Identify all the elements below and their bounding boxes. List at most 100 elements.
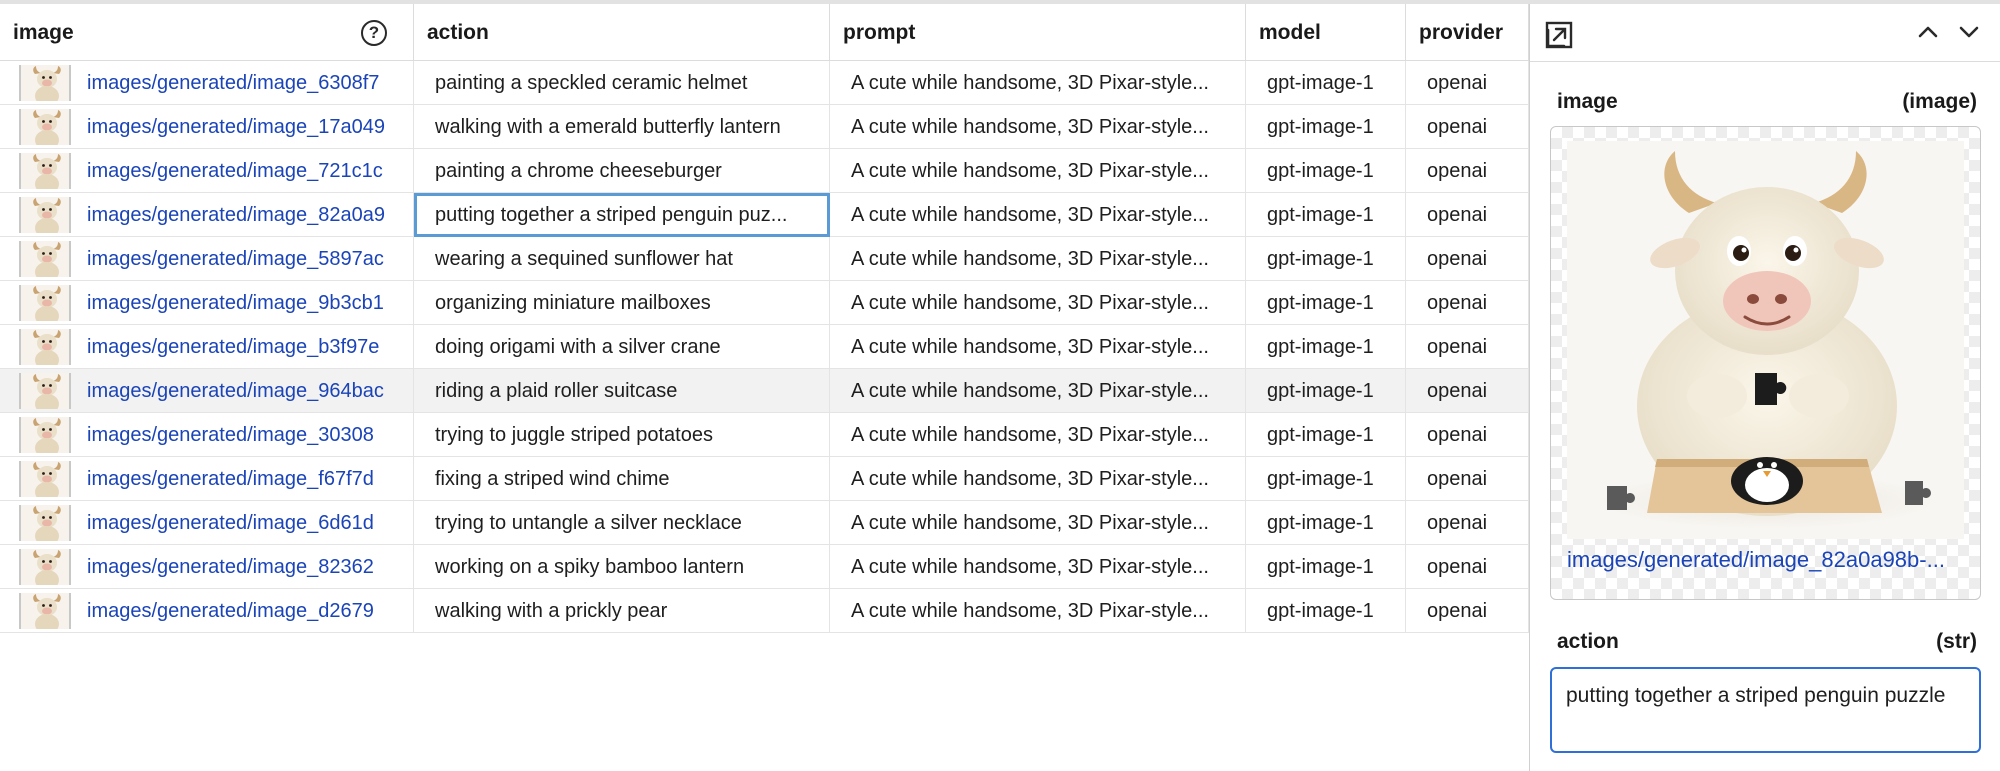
image-path-link[interactable]: images/generated/image_721c1c [87, 149, 396, 193]
table-row[interactable]: images/generated/image_17a049 walking wit… [0, 105, 1529, 149]
row-thumbnail[interactable] [19, 329, 71, 365]
row-thumbnail[interactable] [19, 65, 71, 101]
image-path-link[interactable]: images/generated/image_17a049 [87, 105, 396, 149]
cell-prompt[interactable]: A cute while handsome, 3D Pixar-style... [830, 149, 1246, 193]
cell-image[interactable]: images/generated/image_30308 [0, 413, 414, 457]
image-path-link[interactable]: images/generated/image_d2679 [87, 589, 396, 633]
cell-action[interactable]: trying to untangle a silver necklace [414, 501, 830, 545]
row-thumbnail[interactable] [19, 109, 71, 145]
image-path-link[interactable]: images/generated/image_9b3cb1 [87, 281, 396, 325]
cell-model[interactable]: gpt-image-1 [1246, 281, 1406, 325]
row-thumbnail[interactable] [19, 549, 71, 585]
cell-prompt[interactable]: A cute while handsome, 3D Pixar-style... [830, 237, 1246, 281]
image-path-link[interactable]: images/generated/image_82362 [87, 545, 396, 589]
cell-model[interactable]: gpt-image-1 [1246, 545, 1406, 589]
cell-provider[interactable]: openai [1406, 369, 1529, 413]
table-row[interactable]: images/generated/image_d2679 walking with… [0, 589, 1529, 633]
cell-action[interactable]: organizing miniature mailboxes [414, 281, 830, 325]
cell-model[interactable]: gpt-image-1 [1246, 501, 1406, 545]
open-external-icon[interactable] [1544, 20, 1574, 55]
cell-model[interactable]: gpt-image-1 [1246, 413, 1406, 457]
cell-prompt[interactable]: A cute while handsome, 3D Pixar-style... [830, 413, 1246, 457]
cell-prompt[interactable]: A cute while handsome, 3D Pixar-style... [830, 457, 1246, 501]
cell-model[interactable]: gpt-image-1 [1246, 105, 1406, 149]
cell-model[interactable]: gpt-image-1 [1246, 457, 1406, 501]
cell-image[interactable]: images/generated/image_721c1c [0, 149, 414, 193]
cell-image[interactable]: images/generated/image_17a049 [0, 105, 414, 149]
image-path-link[interactable]: images/generated/image_6308f7 [87, 61, 396, 105]
cell-provider[interactable]: openai [1406, 281, 1529, 325]
chevron-up-icon[interactable] [1917, 24, 1939, 45]
image-path-link[interactable]: images/generated/image_6d61d [87, 501, 396, 545]
cell-prompt[interactable]: A cute while handsome, 3D Pixar-style... [830, 589, 1246, 633]
cell-action[interactable]: painting a speckled ceramic helmet [414, 61, 830, 105]
row-thumbnail[interactable] [19, 153, 71, 189]
row-thumbnail[interactable] [19, 241, 71, 277]
column-header-model[interactable]: model [1246, 4, 1406, 61]
cell-model[interactable]: gpt-image-1 [1246, 325, 1406, 369]
table-row[interactable]: images/generated/image_82362 working on a… [0, 545, 1529, 589]
cell-image[interactable]: images/generated/image_f67f7d [0, 457, 414, 501]
cell-image[interactable]: images/generated/image_82a0a9 [0, 193, 414, 237]
cell-provider[interactable]: openai [1406, 457, 1529, 501]
image-path-link[interactable]: images/generated/image_30308 [87, 413, 396, 457]
table-row[interactable]: images/generated/image_9b3cb1 organizing … [0, 281, 1529, 325]
cell-image[interactable]: images/generated/image_82362 [0, 545, 414, 589]
image-path-link[interactable]: images/generated/image_964bac [87, 369, 396, 413]
cell-image[interactable]: images/generated/image_d2679 [0, 589, 414, 633]
cell-model[interactable]: gpt-image-1 [1246, 369, 1406, 413]
row-thumbnail[interactable] [19, 373, 71, 409]
cell-action[interactable]: riding a plaid roller suitcase [414, 369, 830, 413]
cell-provider[interactable]: openai [1406, 589, 1529, 633]
cell-action[interactable]: walking with a emerald butterfly lantern [414, 105, 830, 149]
table-row[interactable]: images/generated/image_f67f7d fixing a st… [0, 457, 1529, 501]
cell-model[interactable]: gpt-image-1 [1246, 149, 1406, 193]
cell-action[interactable]: painting a chrome cheeseburger [414, 149, 830, 193]
cell-model[interactable]: gpt-image-1 [1246, 193, 1406, 237]
cell-model[interactable]: gpt-image-1 [1246, 237, 1406, 281]
row-thumbnail[interactable] [19, 461, 71, 497]
image-path-link[interactable]: images/generated/image_82a0a9 [87, 193, 396, 237]
column-header-prompt[interactable]: prompt [830, 4, 1246, 61]
chevron-down-icon[interactable] [1958, 24, 1980, 45]
cell-image[interactable]: images/generated/image_b3f97e [0, 325, 414, 369]
row-thumbnail[interactable] [19, 285, 71, 321]
cell-action[interactable]: walking with a prickly pear [414, 589, 830, 633]
cell-provider[interactable]: openai [1406, 325, 1529, 369]
cell-provider[interactable]: openai [1406, 193, 1529, 237]
cell-image[interactable]: images/generated/image_5897ac [0, 237, 414, 281]
cell-provider[interactable]: openai [1406, 149, 1529, 193]
image-path-link[interactable]: images/generated/image_b3f97e [87, 325, 396, 369]
cell-prompt[interactable]: A cute while handsome, 3D Pixar-style... [830, 501, 1246, 545]
cell-prompt[interactable]: A cute while handsome, 3D Pixar-style... [830, 369, 1246, 413]
cell-prompt[interactable]: A cute while handsome, 3D Pixar-style... [830, 193, 1246, 237]
image-path-link[interactable]: images/generated/image_f67f7d [87, 457, 396, 501]
cell-prompt[interactable]: A cute while handsome, 3D Pixar-style... [830, 61, 1246, 105]
cell-action[interactable]: doing origami with a silver crane [414, 325, 830, 369]
cell-provider[interactable]: openai [1406, 545, 1529, 589]
row-thumbnail[interactable] [19, 417, 71, 453]
column-header-provider[interactable]: provider [1406, 4, 1529, 61]
cell-provider[interactable]: openai [1406, 413, 1529, 457]
cell-action[interactable]: wearing a sequined sunflower hat [414, 237, 830, 281]
row-thumbnail[interactable] [19, 505, 71, 541]
cell-image[interactable]: images/generated/image_6d61d [0, 501, 414, 545]
table-row[interactable]: images/generated/image_5897ac wearing a s… [0, 237, 1529, 281]
cell-prompt[interactable]: A cute while handsome, 3D Pixar-style... [830, 281, 1246, 325]
column-header-action[interactable]: action [414, 4, 830, 61]
table-row[interactable]: images/generated/image_721c1c painting a … [0, 149, 1529, 193]
cell-action[interactable]: working on a spiky bamboo lantern [414, 545, 830, 589]
cell-action[interactable]: fixing a striped wind chime [414, 457, 830, 501]
cell-provider[interactable]: openai [1406, 237, 1529, 281]
table-row[interactable]: images/generated/image_30308 trying to ju… [0, 413, 1529, 457]
table-row[interactable]: images/generated/image_6308f7 painting a … [0, 61, 1529, 105]
cell-provider[interactable]: openai [1406, 501, 1529, 545]
cell-image[interactable]: images/generated/image_6308f7 [0, 61, 414, 105]
row-thumbnail[interactable] [19, 593, 71, 629]
row-thumbnail[interactable] [19, 197, 71, 233]
table-row[interactable]: images/generated/image_b3f97e doing origa… [0, 325, 1529, 369]
image-path-link[interactable]: images/generated/image_5897ac [87, 237, 396, 281]
cell-prompt[interactable]: A cute while handsome, 3D Pixar-style... [830, 545, 1246, 589]
cell-provider[interactable]: openai [1406, 61, 1529, 105]
cell-provider[interactable]: openai [1406, 105, 1529, 149]
